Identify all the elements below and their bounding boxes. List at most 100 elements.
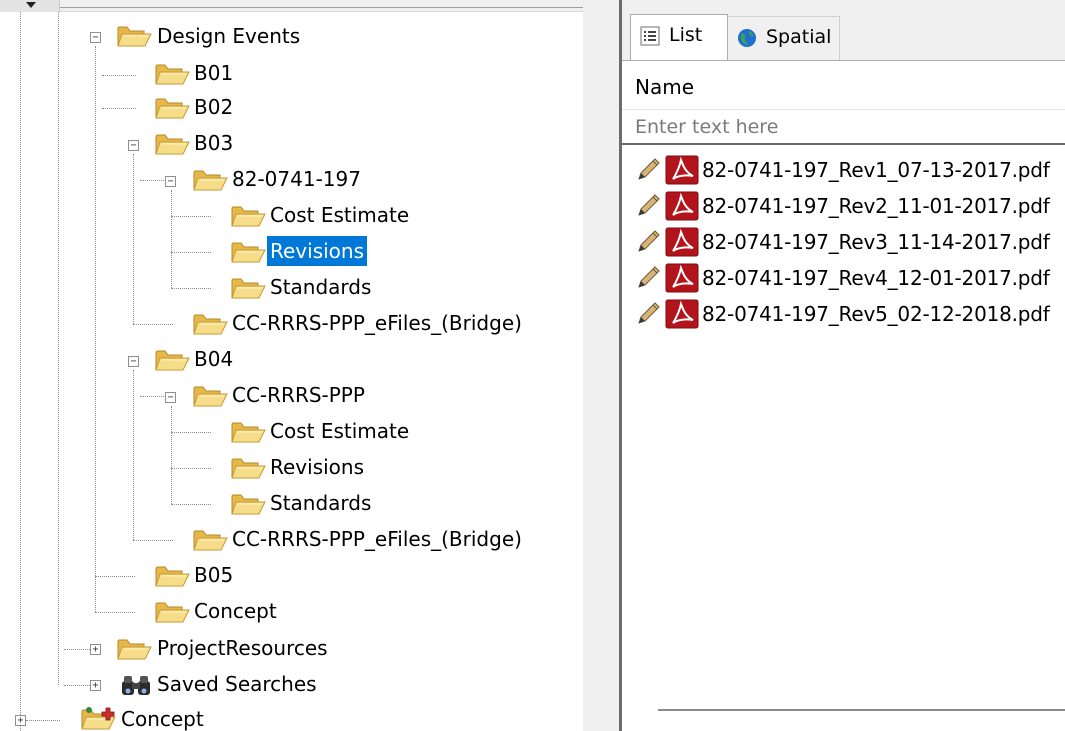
tree-node-cc-rrrs-ppp[interactable]: − CC-RRRS-PPP	[0, 379, 583, 413]
tree-node-label: Revisions	[267, 236, 368, 266]
pane-splitter[interactable]	[583, 0, 619, 731]
tree-node-label: B05	[194, 563, 234, 587]
folder-open-icon	[154, 347, 190, 373]
folder-tree-pane[interactable]: − Design Events B01 B02 − B03 − 82-0741-…	[0, 0, 583, 731]
folder-open-icon	[154, 61, 190, 87]
tree-node-cost-estimate[interactable]: Cost Estimate	[0, 415, 583, 449]
tree-node-efiles-bridge[interactable]: CC-RRRS-PPP_eFiles_(Bridge)	[0, 523, 583, 557]
tree-node-b04[interactable]: − B04	[0, 343, 583, 377]
divider	[60, 7, 583, 8]
folder-open-icon	[230, 419, 266, 445]
folder-open-icon	[192, 527, 228, 553]
folder-open-icon	[116, 636, 152, 662]
tree-node-label: B03	[194, 131, 234, 155]
app-window: − Design Events B01 B02 − B03 − 82-0741-…	[0, 0, 1065, 731]
tree-node-label: Saved Searches	[157, 672, 317, 696]
tree-node-label: Design Events	[157, 24, 301, 48]
collapse-icon[interactable]: −	[165, 392, 176, 403]
tree-node-label: Revisions	[270, 455, 365, 479]
tree-node-standards[interactable]: Standards	[0, 271, 583, 305]
expand-icon[interactable]: +	[15, 715, 26, 726]
file-name: 82-0741-197_Rev2_11-01-2017.pdf	[702, 194, 1050, 218]
collapse-icon[interactable]: −	[128, 140, 139, 151]
pdf-icon	[665, 191, 699, 221]
tab-spatial[interactable]: Spatial	[728, 16, 840, 60]
pdf-icon	[665, 155, 699, 185]
collapse-icon[interactable]: −	[165, 176, 176, 187]
folder-open-icon	[230, 455, 266, 481]
folder-open-icon	[154, 599, 190, 625]
document-list-pane: List Spatial Name 82-0741-197_Rev1_07-13…	[622, 0, 1065, 731]
tree-node-label: Concept	[121, 707, 204, 731]
tree-node-82-0741-197[interactable]: − 82-0741-197	[0, 163, 583, 197]
folder-open-icon	[230, 239, 266, 265]
tree-node-label: Concept	[194, 599, 277, 623]
tree-topbar	[0, 0, 583, 12]
tree-node-label: Cost Estimate	[270, 419, 410, 443]
tree-node-label: B04	[194, 347, 234, 371]
pdf-icon	[665, 299, 699, 329]
list-item[interactable]: 82-0741-197_Rev1_07-13-2017.pdf	[622, 153, 1065, 187]
filter-input[interactable]	[622, 109, 1065, 145]
folder-open-icon	[154, 95, 190, 121]
tree-node-b05[interactable]: B05	[0, 559, 583, 593]
tab-label: List	[669, 24, 703, 46]
tree-node-saved-searches[interactable]: + Saved Searches	[0, 668, 583, 702]
column-header-name[interactable]: Name	[635, 69, 694, 105]
binoculars-icon	[122, 676, 150, 695]
tree-node-standards[interactable]: Standards	[0, 487, 583, 521]
file-name: 82-0741-197_Rev5_02-12-2018.pdf	[702, 302, 1050, 326]
folder-open-icon	[116, 23, 152, 49]
list-item[interactable]: 82-0741-197_Rev4_12-01-2017.pdf	[622, 261, 1065, 295]
tab-label: Spatial	[766, 26, 832, 48]
tree-node-label: B02	[194, 95, 234, 119]
folder-open-icon	[154, 563, 190, 589]
expand-icon[interactable]: +	[90, 644, 101, 655]
list-item[interactable]: 82-0741-197_Rev5_02-12-2018.pdf	[622, 297, 1065, 331]
tree-node-concept[interactable]: Concept	[0, 595, 583, 629]
list-item[interactable]: 82-0741-197_Rev2_11-01-2017.pdf	[622, 189, 1065, 223]
pencil-icon	[636, 228, 662, 254]
folder-open-icon	[192, 167, 228, 193]
tree-node-project-resources[interactable]: + ProjectResources	[0, 632, 583, 666]
pencil-icon	[636, 192, 662, 218]
folder-open-icon	[192, 311, 228, 337]
tree-node-label: Standards	[270, 491, 372, 515]
tree-node-revisions-selected[interactable]: Revisions	[0, 235, 583, 269]
tree-node-label: Cost Estimate	[270, 203, 410, 227]
collapse-icon[interactable]: −	[90, 32, 101, 43]
folder-open-icon	[230, 275, 266, 301]
collapse-icon[interactable]: −	[128, 356, 139, 367]
folder-open-icon	[230, 203, 266, 229]
tree-node-label: B01	[194, 61, 234, 85]
tree-node-label: 82-0741-197	[232, 167, 361, 191]
tree-node-label: ProjectResources	[157, 636, 328, 660]
tree-node-concept-root[interactable]: + Concept	[0, 704, 583, 731]
tree-node-revisions[interactable]: Revisions	[0, 451, 583, 485]
view-tab-strip: List Spatial	[622, 0, 1065, 60]
tree-node-label: CC-RRRS-PPP_eFiles_(Bridge)	[232, 527, 522, 551]
pdf-icon	[665, 227, 699, 257]
horizontal-scrollbar[interactable]	[658, 709, 1065, 711]
tree-node-b03[interactable]: − B03	[0, 127, 583, 161]
pencil-icon	[636, 156, 662, 182]
list-item[interactable]: 82-0741-197_Rev3_11-14-2017.pdf	[622, 225, 1065, 259]
folder-open-icon	[192, 383, 228, 409]
file-name: 82-0741-197_Rev1_07-13-2017.pdf	[702, 158, 1050, 182]
globe-icon	[738, 29, 756, 47]
expand-icon[interactable]: +	[90, 680, 101, 691]
folder-open-icon	[230, 491, 266, 517]
tree-node-efiles-bridge[interactable]: CC-RRRS-PPP_eFiles_(Bridge)	[0, 307, 583, 341]
tree-node-design-events[interactable]: − Design Events	[0, 20, 583, 54]
tree-node-b01[interactable]: B01	[0, 57, 583, 91]
dropdown-arrow-icon[interactable]	[0, 0, 60, 12]
tab-list[interactable]: List	[630, 14, 728, 60]
tree-node-b02[interactable]: B02	[0, 91, 583, 125]
tree-node-label: CC-RRRS-PPP_eFiles_(Bridge)	[232, 311, 522, 335]
pencil-icon	[636, 264, 662, 290]
tree-node-label: CC-RRRS-PPP	[232, 383, 365, 407]
pencil-icon	[636, 300, 662, 326]
file-name: 82-0741-197_Rev3_11-14-2017.pdf	[702, 230, 1050, 254]
folder-open-icon	[154, 131, 190, 157]
tree-node-cost-estimate[interactable]: Cost Estimate	[0, 199, 583, 233]
